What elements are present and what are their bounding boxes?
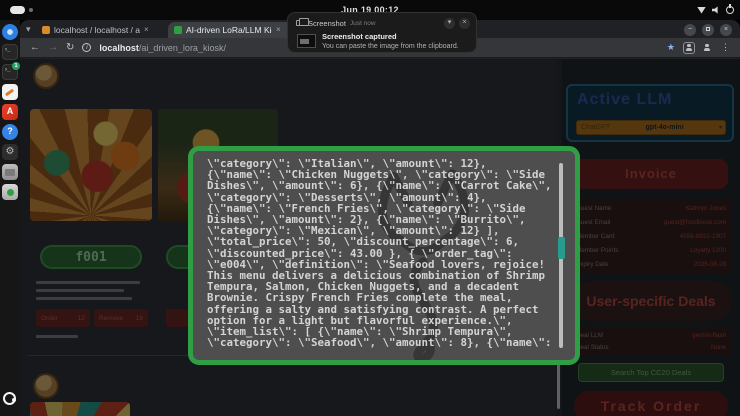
- notification-title: Screenshot captured: [322, 32, 397, 41]
- forward-button[interactable]: →: [48, 43, 58, 53]
- tab1-favicon: [42, 26, 50, 34]
- dock-terminal-sessions-icon[interactable]: 1: [2, 64, 18, 80]
- notification-app-name: Screenshot: [308, 19, 346, 28]
- dock-terminal-icon[interactable]: [2, 44, 18, 60]
- notification-close-icon[interactable]: ×: [459, 18, 470, 29]
- modal-scrollbar-thumb[interactable]: [558, 237, 565, 259]
- screenshot-thumbnail: [297, 34, 316, 48]
- notification-header: Screenshot Just now ▾ ×: [296, 17, 470, 29]
- bookmark-star-icon[interactable]: ★: [667, 42, 675, 53]
- back-button[interactable]: ←: [30, 43, 40, 53]
- dock-files-icon[interactable]: [2, 164, 18, 180]
- tab1-close-icon[interactable]: ×: [144, 26, 149, 34]
- dock-text-editor-icon[interactable]: [2, 84, 18, 100]
- dock-badge: 1: [12, 62, 20, 70]
- volume-icon: [712, 6, 720, 14]
- dock: 1 A ? ⚙: [0, 20, 20, 416]
- screenshot-notification[interactable]: Screenshot Just now ▾ × Screenshot captu…: [287, 12, 477, 53]
- tab2-title: AI-driven LoRa/LLM Kios: [186, 25, 272, 35]
- dock-software-icon[interactable]: [2, 184, 18, 200]
- system-tray[interactable]: [697, 0, 734, 20]
- tab-ai-kiosk[interactable]: AI-driven LoRa/LLM Kios ×: [168, 22, 298, 38]
- screenshot-app-icon: [296, 20, 304, 26]
- tab-search-chevron-icon[interactable]: ▾: [26, 23, 31, 35]
- dock-help-icon[interactable]: ?: [2, 124, 18, 140]
- window-maximize-button[interactable]: [702, 24, 714, 36]
- reload-button[interactable]: ↻: [66, 43, 74, 53]
- tab-localhost[interactable]: localhost / localhost / a ×: [36, 22, 166, 38]
- dock-chromium-icon[interactable]: [2, 24, 18, 40]
- dock-settings-icon[interactable]: ⚙: [2, 144, 18, 160]
- extensions-icon[interactable]: [685, 44, 693, 52]
- order-json-text: \"category\": \"Italian\", \"amount\": 1…: [207, 158, 553, 348]
- notification-body: You can paste the image from the clipboa…: [322, 43, 459, 50]
- profile-icon[interactable]: [703, 44, 711, 52]
- window-minimize-button[interactable]: −: [684, 24, 696, 36]
- power-icon: [726, 6, 734, 14]
- tab2-close-icon[interactable]: ×: [276, 26, 281, 34]
- browser-menu-icon[interactable]: ⋮: [721, 42, 730, 53]
- page-viewport: f001 f0 Order 12 Remove 18 Active LLM: [20, 59, 740, 416]
- window-close-button[interactable]: ×: [720, 24, 732, 36]
- order-json-modal: \"category\": \"Italian\", \"amount\": 1…: [188, 146, 580, 365]
- dock-ubuntu-icon[interactable]: [3, 392, 16, 405]
- url-host: localhost: [99, 43, 139, 53]
- tab1-title: localhost / localhost / a: [54, 25, 140, 35]
- notification-collapse-icon[interactable]: ▾: [444, 18, 455, 29]
- tab2-favicon: [174, 26, 182, 34]
- notification-time: Just now: [350, 20, 440, 27]
- site-info-icon[interactable]: i: [82, 43, 91, 52]
- wifi-icon: [697, 7, 706, 14]
- dock-app-a-icon[interactable]: A: [2, 104, 18, 120]
- url-path: /ai_driven_lora_kiosk/: [139, 43, 226, 53]
- browser-window: ▾ localhost / localhost / a × AI-driven …: [20, 20, 740, 416]
